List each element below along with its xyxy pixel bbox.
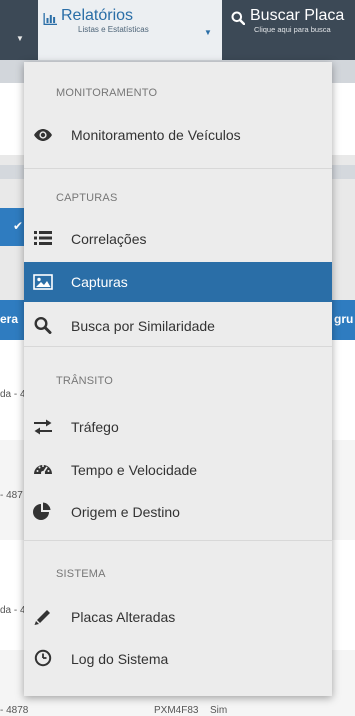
menu-item-label[interactable]: Monitoramento de Veículos [71, 127, 241, 143]
pencil-icon [33, 607, 55, 625]
buscar-placa-subtitle[interactable]: Clique aqui para busca [254, 25, 331, 34]
menu-divider [24, 168, 332, 169]
section-title-sistema: SISTEMA [56, 568, 106, 580]
nav-left-caret-icon[interactable]: ▼ [16, 34, 24, 43]
menu-item-label[interactable]: Origem e Destino [71, 504, 180, 520]
table-cell: - 487 [0, 490, 23, 501]
relatorios-caret-icon[interactable]: ▼ [204, 28, 212, 37]
table-header-cell[interactable]: era [0, 312, 18, 326]
menu-item-label[interactable]: Placas Alteradas [71, 609, 175, 625]
menu-divider [24, 346, 332, 347]
table-cell: - 4878 [0, 705, 29, 716]
buscar-placa-title[interactable]: Buscar Placa [250, 7, 344, 25]
eye-icon [33, 126, 55, 144]
clock-icon [33, 649, 55, 667]
table-cell: da - 4 [0, 389, 26, 400]
menu-item-label[interactable]: Log do Sistema [71, 651, 168, 667]
menu-item-label[interactable]: Capturas [71, 274, 128, 290]
menu-divider [24, 540, 332, 541]
table-cell-flag: Sim [210, 705, 228, 716]
image-icon [33, 273, 55, 291]
pie-chart-icon [33, 502, 55, 520]
table-cell: da - 4 [0, 605, 26, 616]
search-icon [33, 316, 55, 334]
exchange-icon [33, 418, 55, 436]
chevron-down-icon: ✔ [13, 219, 24, 233]
menu-item-label[interactable]: Busca por Similaridade [71, 318, 215, 334]
menu-item-label[interactable]: Tráfego [71, 419, 119, 435]
menu-item-label[interactable]: Tempo e Velocidade [71, 462, 197, 478]
table-header-cell[interactable]: gru [334, 312, 353, 326]
bar-chart-icon [43, 12, 57, 25]
list-icon [33, 229, 55, 247]
search-icon [231, 11, 246, 26]
relatorios-title[interactable]: Relatórios [61, 7, 133, 25]
section-title-transito: TRÂNSITO [56, 375, 114, 387]
menu-item-label[interactable]: Correlações [71, 231, 146, 247]
table-cell-plate: PXM4F83 [154, 705, 199, 716]
section-title-capturas: CAPTURAS [56, 192, 118, 204]
section-title-monitoramento: MONITORAMENTO [56, 87, 158, 99]
dashboard-icon [33, 460, 55, 478]
relatorios-subtitle[interactable]: Listas e Estatísticas [78, 25, 149, 34]
